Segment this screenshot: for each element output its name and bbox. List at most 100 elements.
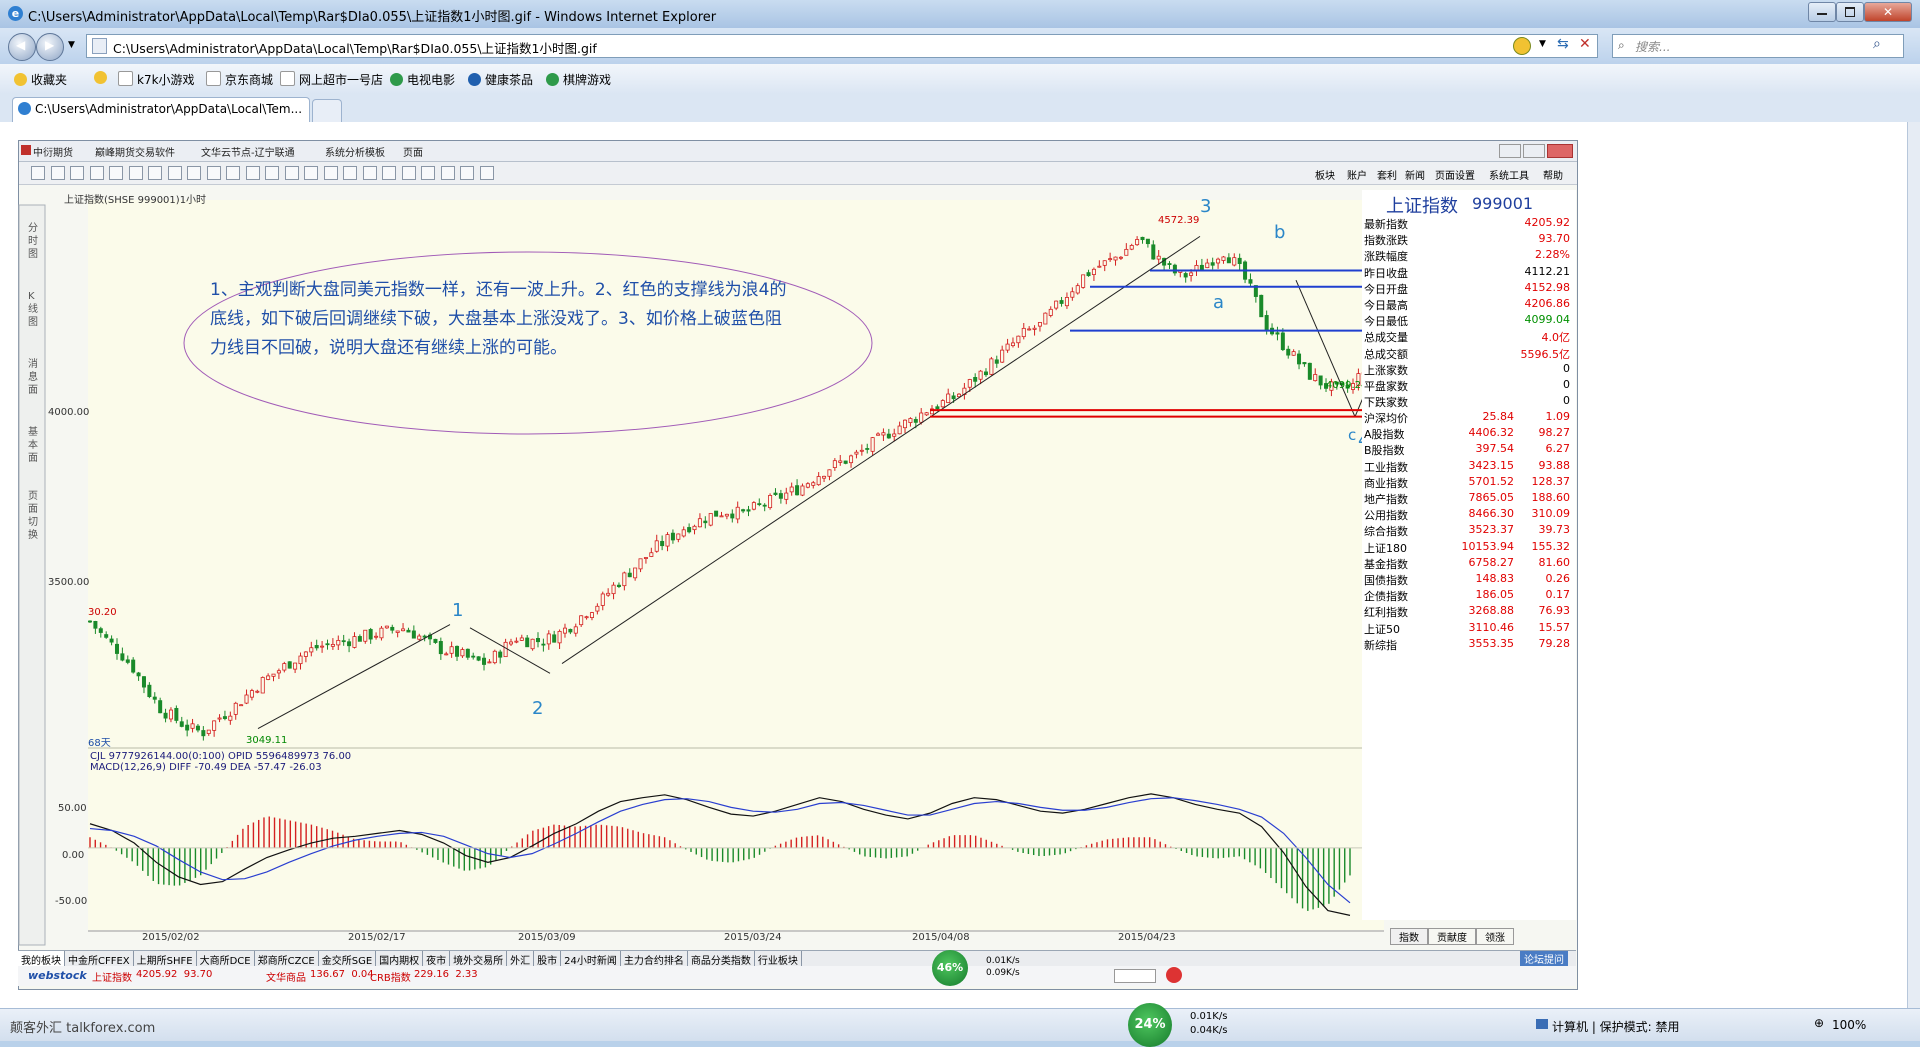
candle-body	[546, 633, 551, 645]
candle-body	[1124, 248, 1129, 256]
candle-body	[503, 641, 508, 658]
watermark-text: 颠客外汇 talkforex.com	[10, 1021, 156, 1036]
candle-body	[886, 433, 891, 439]
ticker-input[interactable]	[1114, 969, 1156, 983]
price-chart	[18, 200, 1560, 946]
index-row-value: 7865.05	[1468, 491, 1515, 504]
index-row-change: 6.27	[1545, 442, 1571, 456]
candle-body	[881, 432, 886, 436]
candle-body	[1016, 335, 1021, 344]
candle-body	[260, 677, 265, 694]
x-tick-4: 2015/04/08	[912, 932, 970, 943]
candle-body	[465, 648, 470, 658]
ticker-2-name: 文华商品	[266, 973, 306, 984]
candle-body	[1291, 351, 1296, 356]
candle-body	[762, 504, 767, 507]
candle-body	[330, 643, 335, 647]
candle-body	[249, 690, 254, 698]
quote-tab-contrib[interactable]: 贡献度	[1428, 928, 1476, 945]
index-row-value: 5701.52	[1468, 474, 1515, 488]
candle-body	[1037, 322, 1042, 327]
candle-body	[195, 725, 200, 731]
candle-body	[298, 655, 303, 665]
candle-body	[1172, 264, 1177, 274]
price-label-high: 4572.39	[1158, 215, 1200, 226]
candle-body	[1129, 245, 1134, 250]
candle-body	[282, 663, 287, 671]
index-row-label: 地产指数	[1364, 493, 1408, 506]
candle-body	[827, 469, 832, 477]
index-row-label: A股指数	[1364, 428, 1405, 442]
index-row-change: 128.37	[1531, 474, 1571, 488]
index-row-value: 186.05	[1475, 588, 1515, 602]
candle-body	[1000, 349, 1005, 363]
side-tab-fenshi[interactable]: 分时图	[28, 222, 40, 261]
candle-body	[811, 482, 816, 486]
wave-label-3: 3	[1200, 196, 1212, 217]
candle-body	[1275, 332, 1280, 335]
candle-body	[357, 636, 362, 642]
macd-readout: MACD(12,26,9) DIFF -70.49 DEA -57.47 -26…	[90, 762, 322, 773]
quote-tab-leaders[interactable]: 领涨	[1476, 928, 1514, 945]
status-bar: 颠客外汇 talkforex.com 24% 0.01K/s 0.04K/s 计…	[0, 1003, 1920, 1047]
candle-body	[913, 419, 918, 423]
candle-body	[519, 637, 524, 641]
index-row-change: 155.32	[1531, 539, 1571, 553]
index-row-value: 3523.37	[1468, 523, 1515, 537]
candle-body	[433, 638, 438, 643]
candle-body	[158, 700, 163, 714]
candle-body	[697, 518, 702, 528]
candle-body	[1048, 308, 1053, 316]
candle-body	[185, 724, 190, 731]
candle-body	[395, 630, 400, 633]
forum-link[interactable]: 论坛提问	[1520, 951, 1568, 966]
candle-body	[152, 696, 157, 700]
quote-row-value: 0	[1563, 361, 1570, 375]
side-tab-switch[interactable]: 页面切换	[28, 490, 40, 542]
candle-body	[190, 723, 195, 729]
candle-body	[903, 419, 908, 429]
candle-body	[870, 437, 875, 452]
candle-body	[600, 593, 605, 606]
network-gauge: 24%	[1128, 1003, 1172, 1047]
quote-tab-index[interactable]: 指数	[1390, 928, 1428, 945]
candle-body	[627, 572, 632, 578]
quote-row-value: 5596.5亿	[1520, 347, 1571, 361]
ticker-3-values: 229.16 2.33	[414, 969, 478, 980]
index-row-change: 0.26	[1545, 572, 1571, 585]
candle-body	[735, 506, 740, 520]
candle-body	[163, 712, 168, 719]
candle-body	[557, 630, 562, 644]
candle-body	[865, 448, 870, 450]
side-tab-news[interactable]: 消息面	[28, 358, 40, 397]
quote-row-value: 2.28%	[1535, 248, 1570, 262]
ticker-bar: webstock 上证指数 4205.92 93.70 文华商品 136.67 …	[18, 966, 1576, 986]
candle-body	[1205, 262, 1210, 269]
candle-body	[849, 455, 854, 464]
quote-row-value: 4112.21	[1524, 264, 1571, 278]
side-tab-kline[interactable]: K线图	[28, 290, 40, 329]
zoom-icon[interactable]: ⊕	[1814, 1016, 1824, 1030]
candle-body	[946, 393, 951, 404]
candle-body	[1221, 256, 1226, 261]
index-row-value: 397.54	[1475, 442, 1515, 456]
candle-body	[352, 636, 357, 648]
computer-icon	[1536, 1019, 1548, 1029]
candle-body	[1302, 362, 1307, 365]
quote-row-label: 平盘家数	[1364, 380, 1408, 393]
candle-body	[1216, 258, 1221, 264]
candle-body	[1145, 238, 1150, 245]
candle-body	[303, 651, 308, 657]
market-tabs: 我的板块 中金所CFFEX 上期所SHFE 大商所DCE 郑商所CZCE 金交所SGE 国内…	[18, 950, 1576, 968]
candle-body	[708, 513, 713, 526]
zoom-level[interactable]: 100%	[1832, 1018, 1866, 1032]
candle-body	[919, 412, 924, 423]
index-row-change: 1.09	[1545, 410, 1571, 423]
price-label-left: 30.20	[88, 607, 117, 618]
candle-body	[1054, 300, 1059, 309]
candle-body	[347, 641, 352, 647]
candle-body	[1318, 375, 1323, 386]
side-tab-fundamental[interactable]: 基本面	[28, 426, 40, 465]
candle-body	[114, 643, 119, 654]
candle-body	[514, 640, 519, 643]
